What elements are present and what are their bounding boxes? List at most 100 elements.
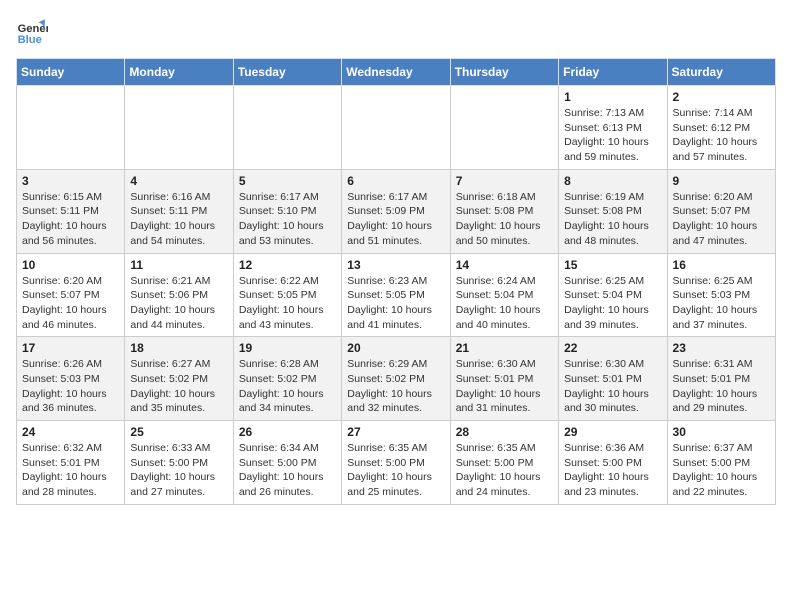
- day-number: 22: [564, 341, 661, 355]
- calendar-cell: 24Sunrise: 6:32 AM Sunset: 5:01 PM Dayli…: [17, 421, 125, 505]
- weekday-header-row: SundayMondayTuesdayWednesdayThursdayFrid…: [17, 59, 776, 86]
- calendar-cell: 6 Sunrise: 6:17 AM Sunset: 5:09 PM Daylig…: [342, 169, 450, 253]
- day-info: Sunrise: 6:33 AM Sunset: 5:00 PM Dayligh…: [130, 441, 227, 500]
- day-info: Sunrise: 6:15 AM Sunset: 5:11 PM Dayligh…: [22, 190, 119, 249]
- calendar-cell: 11 Sunrise: 6:21 AM Sunset: 5:06 PM Dayli…: [125, 253, 233, 337]
- day-number: 13: [347, 258, 444, 272]
- calendar-cell: [17, 86, 125, 170]
- day-number: 20: [347, 341, 444, 355]
- calendar-cell: 25 Sunrise: 6:33 AM Sunset: 5:00 PM Dayli…: [125, 421, 233, 505]
- calendar-cell: 14Sunrise: 6:24 AM Sunset: 5:04 PM Dayli…: [450, 253, 558, 337]
- day-info: Sunrise: 6:29 AM Sunset: 5:02 PM Dayligh…: [347, 357, 444, 416]
- calendar-cell: [450, 86, 558, 170]
- calendar-cell: 16 Sunrise: 6:25 AM Sunset: 5:03 PM Dayli…: [667, 253, 775, 337]
- day-info: Sunrise: 6:24 AM Sunset: 5:04 PM Dayligh…: [456, 274, 553, 333]
- day-info: Sunrise: 6:16 AM Sunset: 5:11 PM Dayligh…: [130, 190, 227, 249]
- weekday-header-friday: Friday: [559, 59, 667, 86]
- week-row-4: 24Sunrise: 6:32 AM Sunset: 5:01 PM Dayli…: [17, 421, 776, 505]
- calendar-cell: 18Sunrise: 6:27 AM Sunset: 5:02 PM Dayli…: [125, 337, 233, 421]
- calendar-cell: 22 Sunrise: 6:30 AM Sunset: 5:01 PM Dayli…: [559, 337, 667, 421]
- day-number: 17: [22, 341, 119, 355]
- day-info: Sunrise: 6:17 AM Sunset: 5:10 PM Dayligh…: [239, 190, 336, 249]
- calendar-cell: [233, 86, 341, 170]
- weekday-header-saturday: Saturday: [667, 59, 775, 86]
- day-info: Sunrise: 6:21 AM Sunset: 5:06 PM Dayligh…: [130, 274, 227, 333]
- day-info: Sunrise: 6:26 AM Sunset: 5:03 PM Dayligh…: [22, 357, 119, 416]
- week-row-1: 3 Sunrise: 6:15 AM Sunset: 5:11 PM Daylig…: [17, 169, 776, 253]
- day-info: Sunrise: 6:30 AM Sunset: 5:01 PM Dayligh…: [456, 357, 553, 416]
- day-info: Sunrise: 6:25 AM Sunset: 5:03 PM Dayligh…: [673, 274, 770, 333]
- day-number: 11: [130, 258, 227, 272]
- calendar-cell: [342, 86, 450, 170]
- calendar-cell: 13 Sunrise: 6:23 AM Sunset: 5:05 PM Dayli…: [342, 253, 450, 337]
- day-number: 7: [456, 174, 553, 188]
- day-number: 9: [673, 174, 770, 188]
- day-info: Sunrise: 6:17 AM Sunset: 5:09 PM Dayligh…: [347, 190, 444, 249]
- day-number: 5: [239, 174, 336, 188]
- page-header: General Blue: [16, 16, 776, 48]
- day-number: 10: [22, 258, 119, 272]
- day-number: 6: [347, 174, 444, 188]
- calendar-cell: 26 Sunrise: 6:34 AM Sunset: 5:00 PM Dayli…: [233, 421, 341, 505]
- day-number: 29: [564, 425, 661, 439]
- weekday-header-wednesday: Wednesday: [342, 59, 450, 86]
- svg-text:Blue: Blue: [18, 34, 42, 46]
- day-number: 23: [673, 341, 770, 355]
- calendar-cell: [125, 86, 233, 170]
- calendar-cell: 9 Sunrise: 6:20 AM Sunset: 5:07 PM Daylig…: [667, 169, 775, 253]
- day-info: Sunrise: 6:22 AM Sunset: 5:05 PM Dayligh…: [239, 274, 336, 333]
- day-info: Sunrise: 7:13 AM Sunset: 6:13 PM Dayligh…: [564, 106, 661, 165]
- day-info: Sunrise: 6:20 AM Sunset: 5:07 PM Dayligh…: [22, 274, 119, 333]
- calendar-cell: 15Sunrise: 6:25 AM Sunset: 5:04 PM Dayli…: [559, 253, 667, 337]
- calendar-table: SundayMondayTuesdayWednesdayThursdayFrid…: [16, 58, 776, 505]
- day-number: 4: [130, 174, 227, 188]
- calendar-cell: 28Sunrise: 6:35 AM Sunset: 5:00 PM Dayli…: [450, 421, 558, 505]
- week-row-2: 10 Sunrise: 6:20 AM Sunset: 5:07 PM Dayli…: [17, 253, 776, 337]
- week-row-0: 1 Sunrise: 7:13 AM Sunset: 6:13 PM Daylig…: [17, 86, 776, 170]
- calendar-cell: 8 Sunrise: 6:19 AM Sunset: 5:08 PM Daylig…: [559, 169, 667, 253]
- calendar-cell: 30 Sunrise: 6:37 AM Sunset: 5:00 PM Dayli…: [667, 421, 775, 505]
- weekday-header-tuesday: Tuesday: [233, 59, 341, 86]
- day-number: 16: [673, 258, 770, 272]
- day-number: 2: [673, 90, 770, 104]
- day-number: 28: [456, 425, 553, 439]
- logo-icon: General Blue: [16, 16, 48, 48]
- calendar-cell: 21 Sunrise: 6:30 AM Sunset: 5:01 PM Dayli…: [450, 337, 558, 421]
- day-info: Sunrise: 6:19 AM Sunset: 5:08 PM Dayligh…: [564, 190, 661, 249]
- day-info: Sunrise: 6:35 AM Sunset: 5:00 PM Dayligh…: [347, 441, 444, 500]
- weekday-header-thursday: Thursday: [450, 59, 558, 86]
- day-info: Sunrise: 6:36 AM Sunset: 5:00 PM Dayligh…: [564, 441, 661, 500]
- day-info: Sunrise: 7:14 AM Sunset: 6:12 PM Dayligh…: [673, 106, 770, 165]
- day-number: 8: [564, 174, 661, 188]
- calendar-cell: 2 Sunrise: 7:14 AM Sunset: 6:12 PM Daylig…: [667, 86, 775, 170]
- calendar-cell: 7Sunrise: 6:18 AM Sunset: 5:08 PM Daylig…: [450, 169, 558, 253]
- weekday-header-sunday: Sunday: [17, 59, 125, 86]
- day-number: 30: [673, 425, 770, 439]
- day-info: Sunrise: 6:25 AM Sunset: 5:04 PM Dayligh…: [564, 274, 661, 333]
- day-info: Sunrise: 6:34 AM Sunset: 5:00 PM Dayligh…: [239, 441, 336, 500]
- day-info: Sunrise: 6:28 AM Sunset: 5:02 PM Dayligh…: [239, 357, 336, 416]
- week-row-3: 17 Sunrise: 6:26 AM Sunset: 5:03 PM Dayli…: [17, 337, 776, 421]
- day-info: Sunrise: 6:27 AM Sunset: 5:02 PM Dayligh…: [130, 357, 227, 416]
- day-info: Sunrise: 6:30 AM Sunset: 5:01 PM Dayligh…: [564, 357, 661, 416]
- calendar-cell: 19 Sunrise: 6:28 AM Sunset: 5:02 PM Dayli…: [233, 337, 341, 421]
- day-info: Sunrise: 6:23 AM Sunset: 5:05 PM Dayligh…: [347, 274, 444, 333]
- day-info: Sunrise: 6:20 AM Sunset: 5:07 PM Dayligh…: [673, 190, 770, 249]
- day-number: 19: [239, 341, 336, 355]
- calendar-cell: 27Sunrise: 6:35 AM Sunset: 5:00 PM Dayli…: [342, 421, 450, 505]
- day-info: Sunrise: 6:37 AM Sunset: 5:00 PM Dayligh…: [673, 441, 770, 500]
- calendar-cell: 1 Sunrise: 7:13 AM Sunset: 6:13 PM Daylig…: [559, 86, 667, 170]
- calendar-cell: 3 Sunrise: 6:15 AM Sunset: 5:11 PM Daylig…: [17, 169, 125, 253]
- day-number: 3: [22, 174, 119, 188]
- calendar-cell: 12Sunrise: 6:22 AM Sunset: 5:05 PM Dayli…: [233, 253, 341, 337]
- day-number: 1: [564, 90, 661, 104]
- weekday-header-monday: Monday: [125, 59, 233, 86]
- day-number: 26: [239, 425, 336, 439]
- calendar-cell: 10 Sunrise: 6:20 AM Sunset: 5:07 PM Dayli…: [17, 253, 125, 337]
- logo: General Blue: [16, 16, 52, 48]
- calendar-cell: 5 Sunrise: 6:17 AM Sunset: 5:10 PM Daylig…: [233, 169, 341, 253]
- day-number: 21: [456, 341, 553, 355]
- calendar-cell: 4 Sunrise: 6:16 AM Sunset: 5:11 PM Daylig…: [125, 169, 233, 253]
- day-number: 25: [130, 425, 227, 439]
- calendar-cell: 20 Sunrise: 6:29 AM Sunset: 5:02 PM Dayli…: [342, 337, 450, 421]
